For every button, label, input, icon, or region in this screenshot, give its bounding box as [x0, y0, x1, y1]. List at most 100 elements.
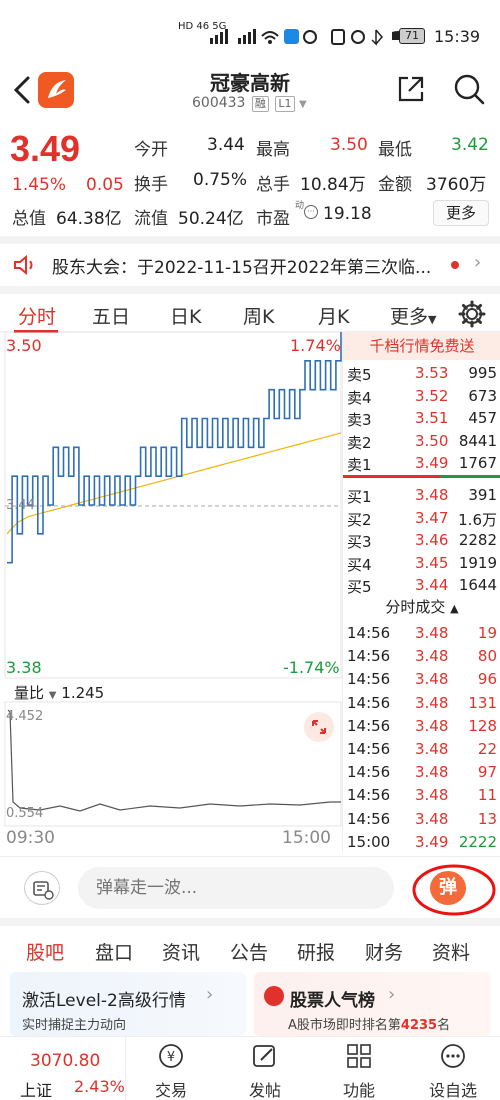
level2-card-sub: 实时捕捉主力动向 [22, 1018, 127, 1033]
open-value: 3.44 [207, 135, 245, 155]
nav-post[interactable]: 发帖 [220, 1037, 310, 1100]
ticks-price: 3.49 [415, 832, 449, 851]
notice-bar[interactable]: 股东大会：于2022-11-15召开2022年第三次临... › [0, 236, 500, 282]
amount-label: 金额 [378, 175, 412, 195]
bids-price: 3.44 [415, 576, 449, 594]
ticks-price: 3.48 [415, 809, 449, 828]
popularity-card[interactable]: 股票人气榜 › A股市场即时排名第4235名 [254, 972, 490, 1036]
bottom-nav: 3070.80 上证 2.43% ¥ 交易 发帖 功能 设自选 [0, 1036, 500, 1100]
chart-tabs: 分时 五日 日K 周K 月K 更多▼ [0, 286, 500, 333]
chevron-down-icon: ▼ [428, 313, 437, 326]
nav-functions[interactable]: 功能 [314, 1037, 404, 1100]
asks-vol: 1767 [458, 454, 497, 472]
ticks-price: 3.48 [415, 624, 449, 642]
volume-ratio-selector[interactable]: 量比 ▼ 1.245 [14, 682, 104, 703]
tab-daily-k[interactable]: 日K [170, 302, 201, 329]
ticks-time: 14:56 [347, 716, 391, 735]
mcap-value: 64.38亿 [56, 209, 122, 229]
flame-icon [264, 986, 284, 1006]
turnover-label: 换手 [134, 175, 168, 195]
chevron-down-icon[interactable]: ▼ [299, 99, 307, 110]
tab-finance[interactable]: 财务 [365, 938, 403, 965]
low-label: 最低 [378, 140, 412, 160]
asks-row: 卖1 3.49 1767 [343, 452, 500, 475]
tick-trades-header[interactable]: 分时成交 ▲ [343, 596, 500, 617]
tab-pankou[interactable]: 盘口 [95, 938, 133, 965]
ticks-vol: 2222 [458, 832, 497, 851]
change-pct: 1.45% [12, 175, 67, 195]
bids-row: 买3 3.46 2282 [343, 529, 500, 552]
asks-vol: 673 [468, 386, 497, 405]
bids-row: 买2 3.47 1.6万 [343, 507, 500, 530]
tab-news[interactable]: 资讯 [162, 938, 200, 965]
info-tabs: 股吧 盘口 资讯 公告 研报 财务 资料 [0, 918, 500, 970]
ticks-row: 14:56 3.48 128 [343, 715, 500, 738]
status-bar: HD 46 5G 71 15:39 [0, 0, 500, 62]
nav-add-watchlist[interactable]: 设自选 [408, 1037, 498, 1100]
ticks-vol: 80 [477, 647, 497, 666]
gear-icon[interactable] [458, 300, 486, 328]
tab-more-label: 更多 [390, 306, 429, 328]
danmu-settings-icon[interactable] [24, 871, 60, 905]
low-value: 3.42 [451, 135, 489, 155]
ticks-row: 14:56 3.48 80 [343, 645, 500, 668]
grid-icon [347, 1044, 371, 1068]
tab-guba[interactable]: 股吧 [26, 938, 64, 965]
more-button[interactable]: 更多 [433, 200, 489, 226]
level-tag[interactable]: L1 [275, 96, 295, 112]
tab-intraday[interactable]: 分时 [18, 302, 56, 329]
share-icon[interactable] [396, 74, 426, 104]
battery-indicator: 71 [399, 28, 425, 44]
notice-text[interactable]: 股东大会：于2022-11-15召开2022年第三次临... [52, 253, 442, 278]
ticks-vol: 97 [477, 763, 497, 782]
high-label: 最高 [256, 140, 290, 160]
bids-vol: 1.6万 [458, 510, 497, 529]
chevron-right-icon: › [206, 984, 214, 1005]
more-circle-icon [441, 1044, 465, 1068]
tab-profile[interactable]: 资料 [432, 938, 470, 965]
bids-row: 买4 3.45 1919 [343, 552, 500, 575]
tab-five-day[interactable]: 五日 [92, 302, 130, 329]
danmu-input[interactable] [78, 867, 394, 909]
asks-vol: 995 [468, 364, 497, 382]
time-start: 09:30 [6, 828, 55, 848]
ticks-time: 14:56 [347, 647, 391, 666]
ticks-vol: 131 [468, 693, 497, 712]
order-book: 千档行情免费送 卖5 3.53 995 卖4 3.52 673 卖3 3.51 457 卖2 3.5… [342, 332, 500, 852]
ticks-row: 14:56 3.48 22 [343, 738, 500, 761]
edit-icon [253, 1045, 275, 1067]
tab-monthly-k[interactable]: 月K [318, 302, 349, 329]
ticks-vol: 19 [477, 624, 497, 642]
index-ticker[interactable]: 3070.80 上证 2.43% [0, 1037, 126, 1100]
unread-dot [451, 261, 459, 269]
index-value: 3070.80 [30, 1051, 101, 1071]
level2-promo-banner[interactable]: 千档行情免费送 [343, 332, 500, 360]
ticks-price: 3.48 [415, 693, 449, 712]
info-icon[interactable]: ··· [304, 205, 318, 219]
chevron-right-icon[interactable]: › [474, 252, 481, 273]
volume-label: 总手 [256, 175, 290, 195]
ticks-vol: 22 [477, 740, 497, 758]
nav-trade-label: 交易 [154, 1081, 187, 1100]
tab-announcements[interactable]: 公告 [230, 938, 268, 965]
asks-row: 卖5 3.53 995 [343, 362, 500, 385]
bids-row: 买5 3.44 1644 [343, 574, 500, 597]
ticks-row: 14:56 3.48 13 [343, 808, 500, 831]
intraday-chart[interactable]: 3.50 1.74% 3.44 3.38 -1.74% 量比 ▼ 1.245 4… [0, 331, 342, 852]
ticks-vol: 96 [477, 670, 497, 689]
ticks-row: 14:56 3.48 11 [343, 784, 500, 807]
expand-icon[interactable] [304, 712, 334, 742]
tab-weekly-k[interactable]: 周K [243, 302, 274, 329]
search-icon[interactable] [452, 72, 486, 106]
chevron-up-icon: ▲ [450, 602, 459, 615]
asks-price: 3.52 [415, 386, 449, 405]
nav-trade[interactable]: ¥ 交易 [126, 1037, 216, 1100]
chart-top-price: 3.50 [6, 336, 42, 355]
tab-research[interactable]: 研报 [297, 938, 335, 965]
ticks-vol: 13 [477, 809, 497, 828]
vr-top-value: 4.452 [6, 709, 44, 724]
level2-card[interactable]: 激活Level-2高级行情 › 实时捕捉主力动向 [10, 972, 246, 1036]
volume-ratio-value: 1.245 [61, 684, 105, 702]
popularity-card-title: 股票人气榜 [290, 991, 375, 1011]
tab-more[interactable]: 更多▼ [390, 302, 436, 329]
